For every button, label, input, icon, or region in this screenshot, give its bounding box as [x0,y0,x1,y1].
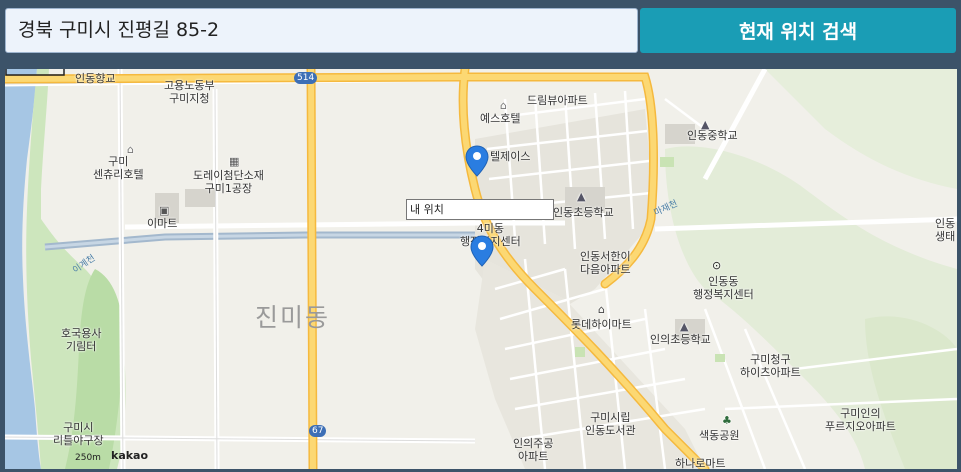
route-514-shield: 514 [294,72,318,84]
place-label[interactable]: 도레이첨단소재 구미1공장 [193,169,264,195]
school-icon: ▲ [680,320,689,333]
location-marker-icon[interactable] [465,145,489,177]
place-label[interactable]: 이마트 [147,217,177,230]
search-bar: 현재 위치 검색 [0,0,961,68]
hotel-icon: ⌂ [500,99,507,112]
place-label[interactable]: 인동향교 [75,72,115,85]
map-canvas [5,69,957,469]
factory-icon: ▦ [229,155,240,168]
hotel-icon: ⌂ [127,143,134,156]
school-icon: ▲ [577,190,586,203]
location-marker-icon[interactable] [470,235,494,267]
office-icon: ⌂ [598,303,605,316]
place-label[interactable]: 인동 생태 [935,217,955,243]
route-67-shield: 67 [309,425,327,437]
district-label: 진미동 [255,303,331,332]
place-label[interactable]: 호국용사 기림터 [61,327,101,353]
place-label[interactable]: 텔제이스 [490,150,530,163]
address-search-input[interactable] [5,8,638,53]
place-label[interactable]: 드림뷰아파트 [527,94,588,107]
place-label[interactable]: 인의초등학교 [650,333,711,346]
office-icon: ⊙ [712,259,722,272]
kakao-logo[interactable]: kakao [111,449,148,462]
place-label[interactable]: 인동동 행정복지센터 [693,275,754,301]
place-label[interactable]: 인의주공 아파트 [513,437,553,463]
place-label[interactable]: 인동초등학교 [553,206,614,219]
place-label[interactable]: 롯데하이마트 [571,318,632,331]
place-label[interactable]: 고용노동부 구미지청 [164,79,215,105]
map-view[interactable]: 514 67 마재천 이계천 진미동 인동향교 고용노동부 구미지청 드림뷰아파트… [5,69,957,469]
place-label[interactable]: 인동서한이 다음아파트 [580,250,631,276]
place-label[interactable]: 구미청구 하이츠아파트 [740,353,801,379]
place-label[interactable]: 예스호텔 [480,112,520,125]
place-label[interactable]: 구미시립 인동도서관 [585,411,636,437]
place-label[interactable]: 구미인의 푸르지오아파트 [825,407,896,433]
mart-icon: ▣ [159,204,170,217]
school-icon: ▲ [701,118,710,131]
place-label[interactable]: 인동중학교 [687,129,738,142]
place-label[interactable]: 구미시 리틀야구장 [53,421,104,447]
park-icon: ♣ [722,414,732,427]
place-label[interactable]: 하나로마트 [675,457,726,469]
my-location-popup: 내 위치 [406,199,554,220]
scale-bar [5,69,65,76]
scale-label: 250m [75,453,101,463]
place-label[interactable]: 색동공원 [699,429,739,442]
place-label[interactable]: 구미 센츄리호텔 [93,155,144,181]
current-location-search-button[interactable]: 현재 위치 검색 [640,8,956,53]
